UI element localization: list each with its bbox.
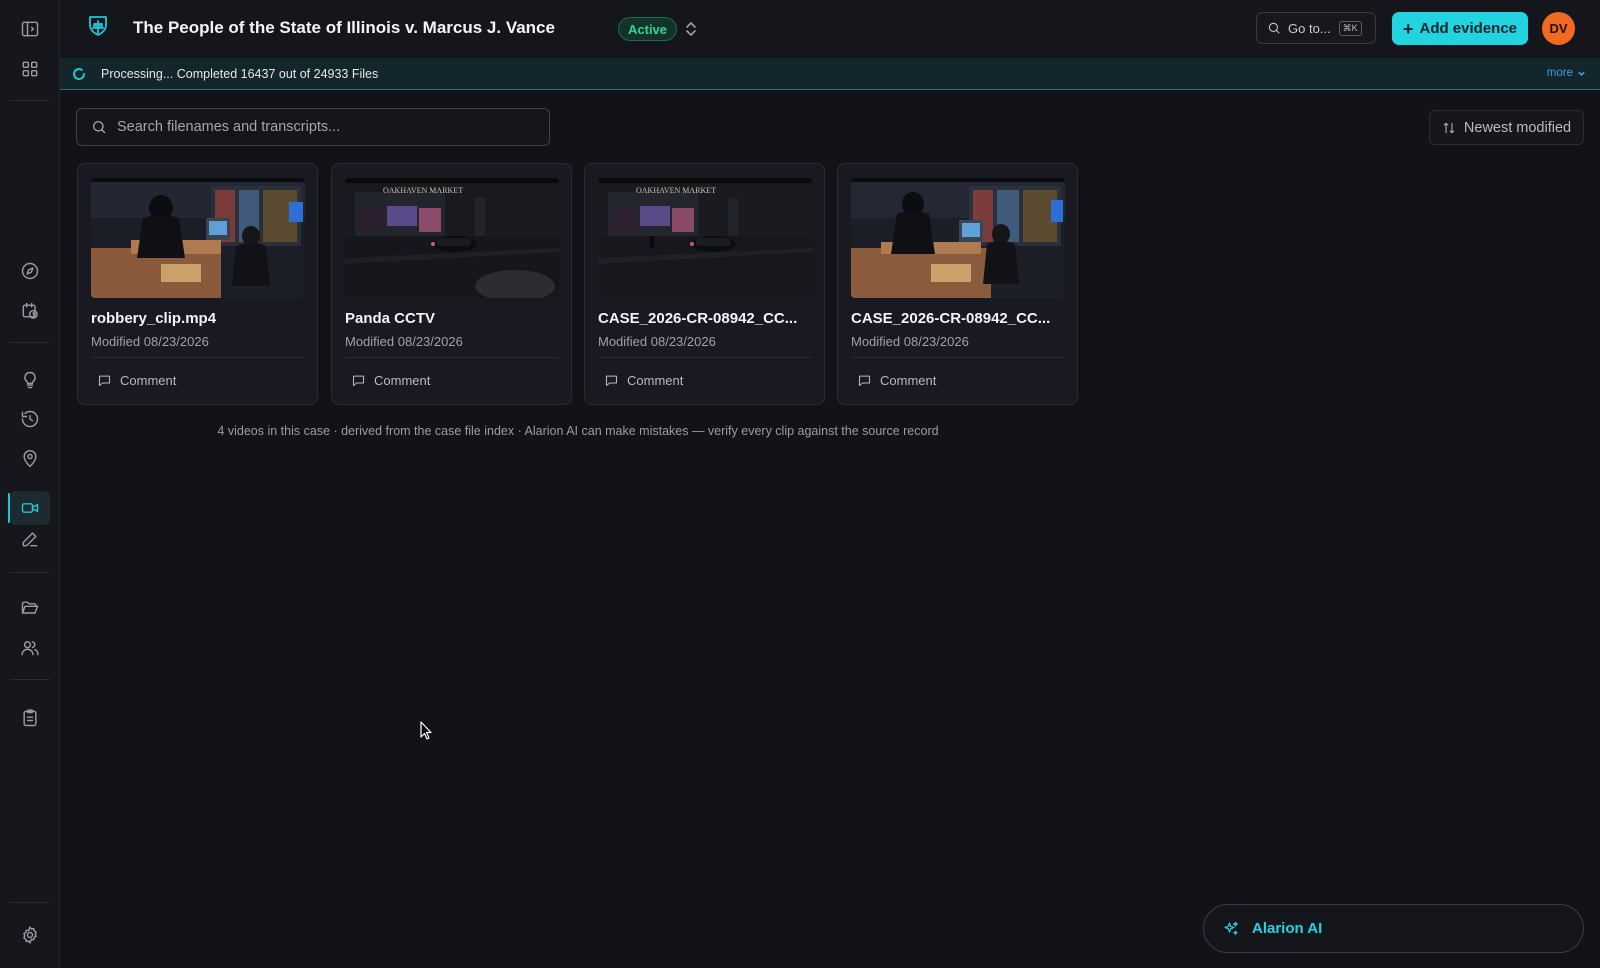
folder-open-icon[interactable]: [10, 591, 50, 625]
comment-button[interactable]: Comment: [351, 373, 430, 388]
comment-label: Comment: [627, 373, 684, 388]
card-divider: [345, 357, 558, 358]
video-modified-date: Modified 08/23/2026: [91, 334, 209, 349]
loading-spinner-icon: [72, 67, 86, 81]
map-pin-icon[interactable]: [10, 442, 50, 476]
card-divider: [598, 357, 811, 358]
street-exterior-thumbnail-image: OAKHAVEN MARKET: [345, 178, 559, 298]
goto-shortcut: ⌘K: [1338, 20, 1362, 36]
comment-button[interactable]: Comment: [857, 373, 936, 388]
case-status-badge: Active: [618, 17, 678, 41]
video-title[interactable]: robbery_clip.mp4: [91, 310, 307, 327]
video-card[interactable]: OAKHAVEN MARKET Panda CCTV Modified 08/2…: [331, 163, 572, 405]
card-divider: [91, 357, 304, 358]
toggle-sidebar-icon[interactable]: [10, 12, 50, 46]
sidebar-divider: [10, 679, 50, 680]
top-header: The People of the State of Illinois v. M…: [60, 0, 1600, 58]
add-evidence-label: Add evidence: [1419, 20, 1518, 37]
goto-search-button[interactable]: Go to... ⌘K: [1256, 12, 1376, 44]
comment-icon: [605, 375, 618, 387]
ai-assistant-button[interactable]: Alarion AI: [1203, 904, 1584, 953]
sidebar-divider: [10, 342, 50, 343]
market-sign-text: OAKHAVEN MARKET: [636, 186, 716, 195]
comment-label: Comment: [120, 373, 177, 388]
comment-label: Comment: [374, 373, 431, 388]
video-thumbnail[interactable]: OAKHAVEN MARKET: [345, 178, 559, 298]
video-thumbnail[interactable]: OAKHAVEN MARKET: [598, 178, 812, 298]
video-thumbnail[interactable]: [91, 178, 305, 298]
comment-icon: [858, 375, 871, 387]
street-exterior-thumbnail-image: OAKHAVEN MARKET: [598, 178, 812, 298]
video-card[interactable]: OAKHAVEN MARKET CASE_2026-CR-08942_CC...…: [584, 163, 825, 405]
card-divider: [851, 357, 1064, 358]
video-camera-icon[interactable]: [8, 491, 50, 525]
case-title: The People of the State of Illinois v. M…: [133, 18, 555, 37]
results-footnote: 4 videos in this case · derived from the…: [217, 424, 939, 438]
history-icon[interactable]: [10, 402, 50, 436]
store-interior-thumbnail-image: [851, 178, 1065, 298]
video-card[interactable]: CASE_2026-CR-08942_CC... Modified 08/23/…: [837, 163, 1078, 405]
sort-arrows-icon: [1443, 122, 1455, 133]
add-evidence-button[interactable]: + Add evidence: [1392, 12, 1528, 45]
case-shield-logo-icon: [86, 14, 110, 40]
more-label: more: [1546, 67, 1573, 79]
calendar-clock-icon[interactable]: [10, 294, 50, 328]
video-modified-date: Modified 08/23/2026: [598, 334, 716, 349]
video-title[interactable]: CASE_2026-CR-08942_CC...: [598, 310, 814, 327]
search-input[interactable]: [117, 119, 537, 135]
comment-icon: [352, 375, 365, 387]
sidebar: [0, 0, 60, 968]
mouse-cursor-icon: [420, 721, 434, 741]
video-modified-date: Modified 08/23/2026: [345, 334, 463, 349]
ai-assistant-label: Alarion AI: [1252, 920, 1323, 937]
case-switch-chevrons-icon[interactable]: [684, 19, 698, 39]
comment-icon: [98, 375, 111, 387]
sort-dropdown-button[interactable]: Newest modified: [1429, 110, 1584, 145]
pencil-icon[interactable]: [10, 522, 50, 556]
sparkles-icon: [1224, 921, 1238, 935]
sort-label: Newest modified: [1463, 119, 1572, 136]
market-sign-text: OAKHAVEN MARKET: [383, 186, 463, 195]
compass-icon[interactable]: [10, 254, 50, 288]
sidebar-divider: [10, 902, 50, 903]
processing-status-text: Processing... Completed 16437 out of 249…: [101, 67, 379, 81]
goto-label: Go to...: [1288, 20, 1331, 36]
clipboard-list-icon[interactable]: [10, 701, 50, 735]
video-modified-date: Modified 08/23/2026: [851, 334, 969, 349]
video-card[interactable]: robbery_clip.mp4 Modified 08/23/2026 Com…: [77, 163, 318, 405]
sidebar-divider: [10, 572, 50, 573]
sidebar-divider: [10, 100, 50, 101]
processing-banner: Processing... Completed 16437 out of 249…: [60, 58, 1600, 90]
comment-button[interactable]: Comment: [604, 373, 683, 388]
comment-button[interactable]: Comment: [97, 373, 176, 388]
processing-more-link[interactable]: more: [1547, 67, 1586, 79]
video-title[interactable]: Panda CCTV: [345, 310, 561, 327]
dashboard-grid-icon[interactable]: [10, 52, 50, 86]
comment-label: Comment: [880, 373, 937, 388]
store-interior-thumbnail-image: [91, 178, 305, 298]
user-avatar[interactable]: DV: [1542, 12, 1575, 45]
chevron-down-icon: [1578, 71, 1585, 76]
video-thumbnail[interactable]: [851, 178, 1065, 298]
search-box[interactable]: [76, 108, 550, 146]
search-icon: [93, 121, 106, 134]
users-icon[interactable]: [10, 631, 50, 665]
video-title[interactable]: CASE_2026-CR-08942_CC...: [851, 310, 1067, 327]
settings-gear-icon[interactable]: [10, 918, 50, 952]
lightbulb-icon[interactable]: [10, 363, 50, 397]
search-icon: [1268, 22, 1280, 34]
plus-icon: +: [1402, 18, 1414, 39]
